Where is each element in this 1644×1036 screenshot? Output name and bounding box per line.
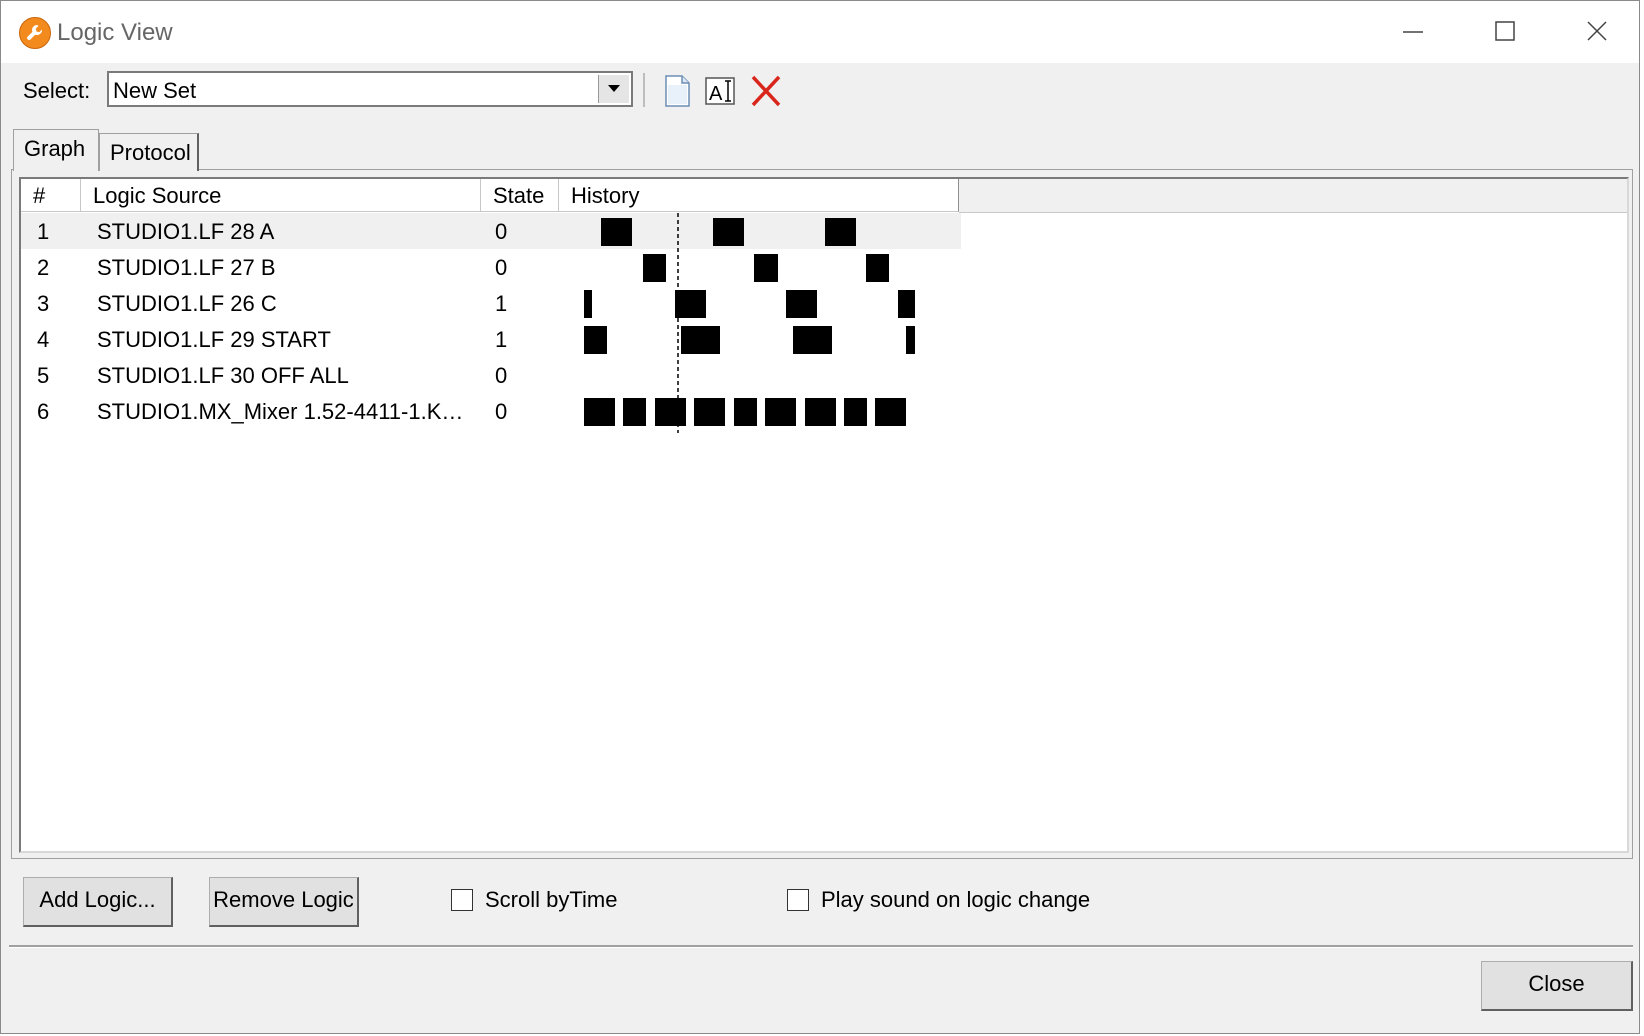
footer-divider <box>9 945 1633 948</box>
select-label: Select: <box>23 78 91 103</box>
history-row-1 <box>601 218 856 246</box>
column-header-logic-source[interactable]: Logic Source <box>81 179 481 212</box>
play-sound-checkbox[interactable] <box>787 889 809 911</box>
new-document-icon[interactable] <box>659 73 695 109</box>
minimize-button[interactable] <box>1393 15 1433 49</box>
scroll-by-time-checkbox[interactable] <box>451 889 473 911</box>
close-button[interactable]: Close <box>1481 961 1633 1011</box>
tab-graph-label: Graph <box>24 136 86 161</box>
set-select-dropdown[interactable]: New Set <box>107 71 633 107</box>
history-row-6 <box>584 398 906 426</box>
column-header-state[interactable]: State <box>481 179 559 212</box>
add-logic-button[interactable]: Add Logic... <box>23 877 173 927</box>
column-header-history[interactable]: History <box>559 179 959 212</box>
remove-logic-button[interactable]: Remove Logic <box>209 877 359 927</box>
toolbar-separator <box>643 73 645 107</box>
column-header-number[interactable]: # <box>21 179 81 212</box>
scroll-by-time-label: Scroll byTime <box>485 887 618 912</box>
logic-list[interactable]: # Logic Source State History 1 STUDIO1.L… <box>19 177 1629 853</box>
delete-icon[interactable] <box>749 73 785 109</box>
list-header: # Logic Source State History <box>21 179 1627 213</box>
tab-graph[interactable]: Graph <box>13 129 99 171</box>
tab-protocol[interactable]: Protocol <box>99 133 199 171</box>
history-row-4 <box>584 326 915 354</box>
title-bar: Logic View <box>1 1 1639 63</box>
close-window-button[interactable] <box>1577 15 1617 49</box>
logic-view-window: Logic View Select: New Set A Protocol Gr… <box>0 0 1640 1034</box>
play-sound-label: Play sound on logic change <box>821 887 1091 912</box>
history-row-3 <box>584 290 915 318</box>
svg-text:A: A <box>709 83 723 105</box>
maximize-button[interactable] <box>1485 15 1525 49</box>
header-filler <box>959 179 1627 213</box>
app-logo-icon <box>19 17 51 49</box>
history-graph <box>584 213 915 433</box>
tab-protocol-label: Protocol <box>110 140 191 165</box>
set-select-value: New Set <box>113 78 197 103</box>
dropdown-arrow-button[interactable] <box>598 75 629 103</box>
window-title: Logic View <box>57 19 173 46</box>
rename-icon[interactable]: A <box>703 73 739 109</box>
history-row-2 <box>643 254 889 282</box>
